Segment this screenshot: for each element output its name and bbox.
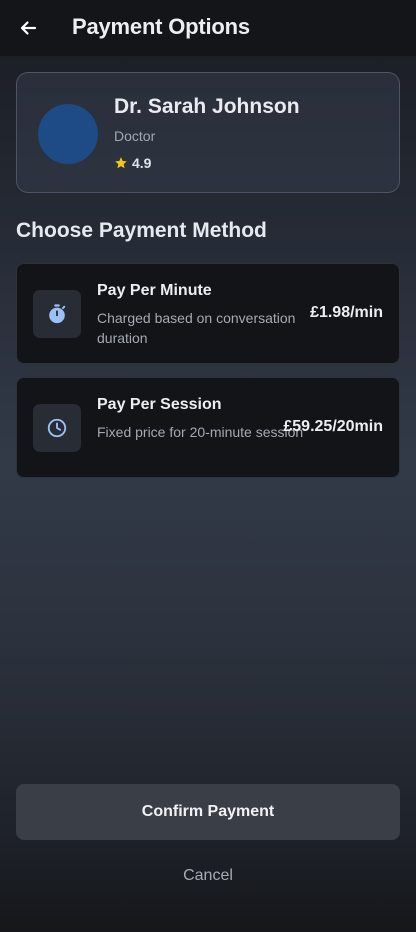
option-description: Charged based on conversation duration bbox=[97, 310, 296, 346]
option-price: £59.25/20min bbox=[283, 418, 383, 435]
stopwatch-icon bbox=[49, 304, 66, 324]
clock-icon bbox=[47, 418, 67, 438]
confirm-payment-button[interactable]: Confirm Payment bbox=[16, 784, 400, 840]
option-title: Pay Per Session bbox=[97, 396, 222, 413]
doctor-rating: 4.9 bbox=[114, 155, 151, 171]
app-header: Payment Options bbox=[0, 0, 416, 56]
option-pay-per-minute[interactable]: Pay Per Minute Charged based on conversa… bbox=[16, 263, 400, 364]
back-button[interactable] bbox=[14, 14, 42, 42]
page-title: Payment Options bbox=[72, 14, 250, 39]
option-icon-box bbox=[33, 404, 81, 452]
option-title: Pay Per Minute bbox=[97, 282, 212, 299]
option-price: £1.98/min bbox=[310, 304, 383, 321]
star-icon bbox=[115, 157, 127, 169]
option-description: Fixed price for 20-minute session bbox=[97, 424, 304, 440]
option-pay-per-session[interactable]: Pay Per Session Fixed price for 20-minut… bbox=[16, 377, 400, 478]
rating-value: 4.9 bbox=[132, 155, 152, 171]
doctor-name: Dr. Sarah Johnson bbox=[114, 95, 300, 118]
doctor-card: Dr. Sarah Johnson Doctor 4.9 bbox=[16, 72, 400, 193]
section-title: Choose Payment Method bbox=[16, 219, 267, 242]
option-icon-box bbox=[33, 290, 81, 338]
arrow-left-icon bbox=[20, 21, 37, 35]
doctor-role: Doctor bbox=[114, 128, 156, 144]
avatar bbox=[38, 104, 98, 164]
cancel-button[interactable]: Cancel bbox=[0, 864, 416, 888]
